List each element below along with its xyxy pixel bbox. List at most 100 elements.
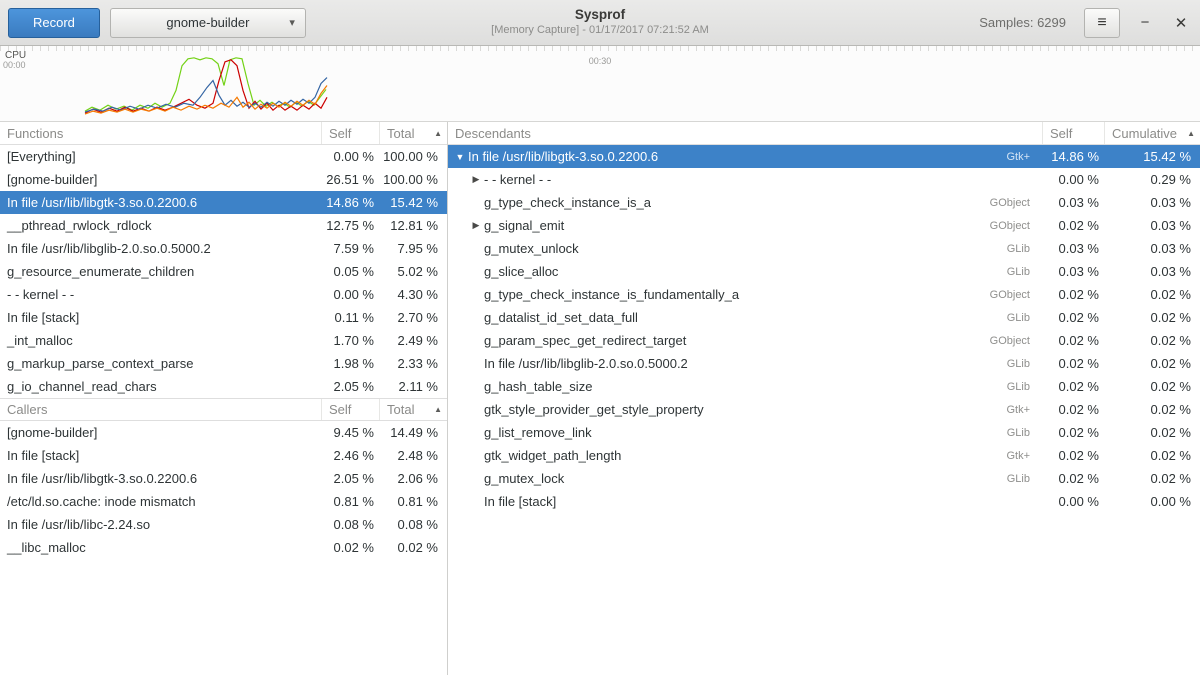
tree-row-name-cell: g_list_remove_linkGLib (448, 425, 1042, 440)
close-icon: ✕ (1175, 14, 1188, 32)
self-column-header[interactable]: Self (321, 399, 379, 420)
self-percent: 0.02 % (1042, 287, 1104, 302)
function-name: /etc/ld.so.cache: inode mismatch (0, 494, 321, 509)
tree-row[interactable]: In file /usr/lib/libglib-2.0.so.0.5000.2… (448, 352, 1200, 375)
process-selector-label: gnome-builder (166, 15, 249, 30)
cpu-timeline[interactable]: CPU 00:00 00:30 (0, 46, 1200, 122)
self-percent: 14.86 % (1042, 149, 1104, 164)
self-percent: 0.08 % (321, 517, 379, 532)
menu-button[interactable]: ≡ (1084, 8, 1120, 38)
table-row[interactable]: g_io_channel_read_chars2.05 %2.11 % (0, 375, 447, 398)
table-row[interactable]: In file /usr/lib/libgtk-3.so.0.2200.62.0… (0, 467, 447, 490)
tree-row-name-cell: g_mutex_unlockGLib (448, 241, 1042, 256)
table-row[interactable]: In file /usr/lib/libc-2.24.so0.08 %0.08 … (0, 513, 447, 536)
table-row[interactable]: In file /usr/lib/libglib-2.0.so.0.5000.2… (0, 237, 447, 260)
total-column-header[interactable]: Total ▲ (379, 122, 447, 144)
tree-row[interactable]: gtk_widget_path_lengthGtk+0.02 %0.02 % (448, 444, 1200, 467)
tree-row-name-cell: g_slice_alloc GLib (448, 264, 1042, 279)
tree-row[interactable]: g_mutex_lockGLib0.02 %0.02 % (448, 467, 1200, 490)
function-name: __pthread_rwlock_rdlock (0, 218, 321, 233)
function-name: g_mutex_lock (484, 471, 564, 486)
table-row[interactable]: In file [stack]2.46 %2.48 % (0, 444, 447, 467)
function-name: g_param_spec_get_redirect_target (484, 333, 686, 348)
function-name: [gnome-builder] (0, 425, 321, 440)
record-button[interactable]: Record (8, 8, 100, 38)
functions-column-header[interactable]: Functions (0, 126, 321, 141)
self-percent: 9.45 % (321, 425, 379, 440)
tree-row[interactable]: g_param_spec_get_redirect_targetGObject0… (448, 329, 1200, 352)
cumulative-column-header[interactable]: Cumulative ▲ (1104, 122, 1200, 144)
function-name: In file /usr/lib/libglib-2.0.so.0.5000.2 (0, 241, 321, 256)
process-selector-dropdown[interactable]: gnome-builder ▾ (110, 8, 306, 38)
tree-row[interactable]: ▼In file /usr/lib/libgtk-3.so.0.2200.6Gt… (448, 145, 1200, 168)
table-row[interactable]: In file [stack]0.11 %2.70 % (0, 306, 447, 329)
table-row[interactable]: __libc_malloc0.02 %0.02 % (0, 536, 447, 559)
tree-row-name-cell: In file /usr/lib/libglib-2.0.so.0.5000.2… (448, 356, 1042, 371)
descendants-column-header[interactable]: Descendants (448, 126, 1042, 141)
library-tag: GLib (1007, 427, 1042, 439)
table-row[interactable]: [gnome-builder]26.51 %100.00 % (0, 168, 447, 191)
self-percent: 0.02 % (1042, 471, 1104, 486)
function-name: g_slice_alloc (484, 264, 558, 279)
tree-row[interactable]: g_list_remove_linkGLib0.02 %0.02 % (448, 421, 1200, 444)
table-row[interactable]: /etc/ld.so.cache: inode mismatch0.81 %0.… (0, 490, 447, 513)
functions-table-header: Functions Self Total ▲ (0, 122, 447, 145)
tree-row[interactable]: In file [stack]0.00 %0.00 % (448, 490, 1200, 513)
tree-row[interactable]: gtk_style_provider_get_style_propertyGtk… (448, 398, 1200, 421)
minimize-button[interactable]: − (1134, 12, 1156, 34)
self-percent: 1.70 % (321, 333, 379, 348)
tree-row-name-cell: g_param_spec_get_redirect_targetGObject (448, 333, 1042, 348)
self-column-header[interactable]: Self (1042, 122, 1104, 144)
tree-row[interactable]: g_mutex_unlockGLib0.03 %0.03 % (448, 237, 1200, 260)
cpu-green-line (85, 58, 326, 111)
table-row[interactable]: - - kernel - -0.00 %4.30 % (0, 283, 447, 306)
function-name: In file /usr/lib/libgtk-3.so.0.2200.6 (0, 195, 321, 210)
self-percent: 0.02 % (1042, 379, 1104, 394)
tree-row[interactable]: ▶g_signal_emitGObject0.02 %0.03 % (448, 214, 1200, 237)
function-name: In file /usr/lib/libglib-2.0.so.0.5000.2 (484, 356, 688, 371)
table-row[interactable]: [gnome-builder]9.45 %14.49 % (0, 421, 447, 444)
tree-row[interactable]: g_datalist_id_set_data_fullGLib0.02 %0.0… (448, 306, 1200, 329)
tree-row[interactable]: g_hash_table_sizeGLib0.02 %0.02 % (448, 375, 1200, 398)
total-percent: 2.11 % (379, 379, 447, 394)
total-percent: 2.33 % (379, 356, 447, 371)
total-column-header[interactable]: Total ▲ (379, 399, 447, 420)
expand-icon[interactable]: ▶ (468, 220, 484, 231)
table-row[interactable]: g_resource_enumerate_children0.05 %5.02 … (0, 260, 447, 283)
library-tag: GLib (1007, 266, 1042, 278)
tree-row-name-cell: In file [stack] (448, 494, 1042, 509)
self-percent: 0.03 % (1042, 241, 1104, 256)
tree-row-name-cell: g_hash_table_sizeGLib (448, 379, 1042, 394)
time-label-mid: 00:30 (589, 56, 612, 66)
table-row[interactable]: In file /usr/lib/libgtk-3.so.0.2200.614.… (0, 191, 447, 214)
self-percent: 14.86 % (321, 195, 379, 210)
table-row[interactable]: __pthread_rwlock_rdlock12.75 %12.81 % (0, 214, 447, 237)
function-name: In file /usr/lib/libc-2.24.so (0, 517, 321, 532)
tree-row[interactable]: g_type_check_instance_is_aGObject0.03 %0… (448, 191, 1200, 214)
function-name: _int_malloc (0, 333, 321, 348)
self-percent: 1.98 % (321, 356, 379, 371)
sort-arrow-icon: ▲ (434, 129, 442, 138)
collapse-icon[interactable]: ▼ (452, 152, 468, 162)
table-row[interactable]: _int_malloc1.70 %2.49 % (0, 329, 447, 352)
tree-row[interactable]: g_slice_allocGLib0.03 %0.03 % (448, 260, 1200, 283)
expand-icon[interactable]: ▶ (468, 174, 484, 185)
close-button[interactable]: ✕ (1170, 12, 1192, 34)
cumulative-percent: 0.03 % (1104, 195, 1200, 210)
cumulative-percent: 0.02 % (1104, 425, 1200, 440)
tree-row-name-cell: gtk_style_provider_get_style_propertyGtk… (448, 402, 1042, 417)
self-percent: 7.59 % (321, 241, 379, 256)
cumulative-percent: 0.02 % (1104, 402, 1200, 417)
table-row[interactable]: [Everything]0.00 %100.00 % (0, 145, 447, 168)
callers-rows: [gnome-builder]9.45 %14.49 %In file [sta… (0, 421, 447, 559)
self-column-header[interactable]: Self (321, 122, 379, 144)
library-tag: Gtk+ (1006, 404, 1042, 416)
tree-row[interactable]: ▶- - kernel - -0.00 %0.29 % (448, 168, 1200, 191)
sort-arrow-icon: ▲ (1187, 129, 1195, 138)
self-percent: 2.05 % (321, 379, 379, 394)
tree-row[interactable]: g_type_check_instance_is_fundamentally_a… (448, 283, 1200, 306)
function-name: __libc_malloc (0, 540, 321, 555)
function-name: g_datalist_id_set_data_full (484, 310, 638, 325)
table-row[interactable]: g_markup_parse_context_parse1.98 %2.33 % (0, 352, 447, 375)
callers-column-header[interactable]: Callers (0, 402, 321, 417)
